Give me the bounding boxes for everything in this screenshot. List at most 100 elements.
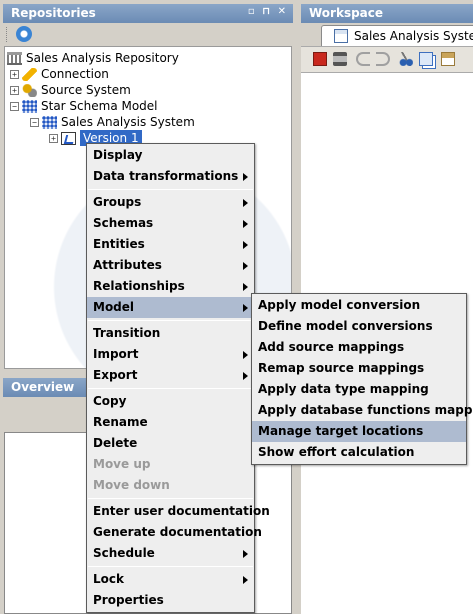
menu-item-label: Show effort calculation <box>258 445 415 459</box>
collapse-minus-icon[interactable]: − <box>30 117 39 127</box>
menu-item-label: Rename <box>93 415 148 429</box>
copy-icon[interactable] <box>419 52 433 66</box>
tree-node-connection[interactable]: + Connection <box>10 66 109 82</box>
menu-separator <box>88 498 253 499</box>
tree-node-source-system[interactable]: + Source System <box>10 82 131 98</box>
tree-node-label: Connection <box>41 67 109 81</box>
menu-item-label: Schedule <box>93 546 155 560</box>
workspace-tab[interactable]: Sales Analysis System <box>321 25 473 46</box>
menu-item-label: Model <box>93 300 135 314</box>
menu-item-rename[interactable]: Rename <box>87 412 254 433</box>
menu-separator <box>88 189 253 190</box>
menu-item-label: Delete <box>93 436 138 450</box>
workspace-toolbar <box>301 46 473 72</box>
menu-item-data-transformations[interactable]: Data transformations <box>87 166 254 187</box>
redo-icon[interactable] <box>376 52 390 66</box>
diagram-icon <box>334 29 348 43</box>
submenu-item-define-model-conversions[interactable]: Define model conversions <box>252 316 466 337</box>
menu-separator <box>88 388 253 389</box>
menu-item-attributes[interactable]: Attributes <box>87 255 254 276</box>
menu-item-label: Apply model conversion <box>258 298 421 312</box>
menu-item-import[interactable]: Import <box>87 344 254 365</box>
submenu-item-remap-source-mappings[interactable]: Remap source mappings <box>252 358 466 379</box>
menu-item-label: Add source mappings <box>258 340 405 354</box>
submenu-arrow-icon <box>243 220 248 228</box>
menu-item-properties[interactable]: Properties <box>87 590 254 611</box>
submenu-arrow-icon <box>243 372 248 380</box>
menu-item-enter-user-documentation[interactable]: Enter user documentation <box>87 501 270 522</box>
menu-item-label: Remap source mappings <box>258 361 425 375</box>
panel-window-controls[interactable]: ▫ ⊓ ✕ <box>248 6 288 17</box>
menu-item-move-up: Move up <box>87 454 254 475</box>
menu-item-label: Define model conversions <box>258 319 433 333</box>
submenu-item-show-effort-calculation[interactable]: Show effort calculation <box>252 442 466 463</box>
submenu-item-apply-data-type-mapping[interactable]: Apply data type mapping <box>252 379 466 400</box>
submenu-arrow-icon <box>243 576 248 584</box>
bank-icon <box>7 51 22 65</box>
tree-node-label: Source System <box>41 83 131 97</box>
expand-plus-icon[interactable]: + <box>49 133 58 143</box>
submenu-item-manage-target-locations[interactable]: Manage target locations <box>252 421 466 442</box>
pdf-icon[interactable] <box>313 52 327 66</box>
menu-item-label: Move up <box>93 457 151 471</box>
submenu-item-apply-model-conversion[interactable]: Apply model conversion <box>252 295 466 316</box>
cut-icon[interactable] <box>399 52 413 66</box>
menu-separator <box>88 320 253 321</box>
submenu-item-apply-database-functions-mapping[interactable]: Apply database functions mapping <box>252 400 473 421</box>
menu-item-copy[interactable]: Copy <box>87 391 254 412</box>
tree-node-sales-analysis-system[interactable]: − Sales Analysis System <box>30 114 195 130</box>
expand-plus-icon[interactable]: + <box>10 85 19 95</box>
menu-item-label: Apply database functions mapping <box>258 403 473 417</box>
menu-item-groups[interactable]: Groups <box>87 192 254 213</box>
menu-item-label: Copy <box>93 394 127 408</box>
menu-item-label: Data transformations <box>93 169 239 183</box>
menu-item-entities[interactable]: Entities <box>87 234 254 255</box>
collapse-minus-icon[interactable]: − <box>10 101 19 111</box>
menu-item-label: Attributes <box>93 258 162 272</box>
paste-icon[interactable] <box>441 52 455 66</box>
submenu-arrow-icon <box>243 199 248 207</box>
menu-item-lock[interactable]: Lock <box>87 569 254 590</box>
menu-item-label: Enter user documentation <box>93 504 270 518</box>
menu-item-label: Groups <box>93 195 142 209</box>
submenu-arrow-icon <box>243 241 248 249</box>
workspace-title-bar: Workspace <box>301 4 473 23</box>
menu-item-label: Transition <box>93 326 161 340</box>
menu-item-label: Manage target locations <box>258 424 424 438</box>
print-icon[interactable] <box>333 52 347 66</box>
menu-item-label: Properties <box>93 593 164 607</box>
menu-item-label: Move down <box>93 478 170 492</box>
menu-item-schedule[interactable]: Schedule <box>87 543 254 564</box>
menu-item-label: Apply data type mapping <box>258 382 429 396</box>
menu-item-transition[interactable]: Transition <box>87 323 254 344</box>
repositories-title: Repositories <box>11 6 96 20</box>
menu-item-label: Generate documentation <box>93 525 262 539</box>
undo-icon[interactable] <box>356 52 370 66</box>
menu-item-schemas[interactable]: Schemas <box>87 213 254 234</box>
tree-node-label: Sales Analysis Repository <box>26 51 179 65</box>
tree-node-star-schema-model[interactable]: − Star Schema Model <box>10 98 158 114</box>
version-icon <box>61 131 76 145</box>
source-system-icon <box>22 83 37 97</box>
menu-item-display[interactable]: Display <box>87 145 254 166</box>
refresh-icon[interactable] <box>16 26 32 42</box>
repositories-toolbar <box>4 24 292 46</box>
tree-node-label: Sales Analysis System <box>61 115 195 129</box>
menu-item-relationships[interactable]: Relationships <box>87 276 254 297</box>
menu-item-label: Display <box>93 148 143 162</box>
menu-item-export[interactable]: Export <box>87 365 254 386</box>
toolbar-grip <box>6 27 9 42</box>
submenu-arrow-icon <box>243 304 248 312</box>
expand-plus-icon[interactable]: + <box>10 69 19 79</box>
context-menu: Display Data transformations Groups Sche… <box>86 143 270 613</box>
model-grid-icon <box>42 115 57 129</box>
menu-item-generate-documentation[interactable]: Generate documentation <box>87 522 262 543</box>
workspace-tab-label: Sales Analysis System <box>354 29 473 43</box>
menu-item-delete[interactable]: Delete <box>87 433 254 454</box>
menu-item-model[interactable]: Model <box>87 297 254 318</box>
submenu-item-add-source-mappings[interactable]: Add source mappings <box>252 337 466 358</box>
submenu-arrow-icon <box>243 173 248 181</box>
tree-node-repository[interactable]: Sales Analysis Repository <box>7 50 179 66</box>
repositories-title-bar: Repositories ▫ ⊓ ✕ <box>3 4 293 23</box>
submenu-arrow-icon <box>243 550 248 558</box>
